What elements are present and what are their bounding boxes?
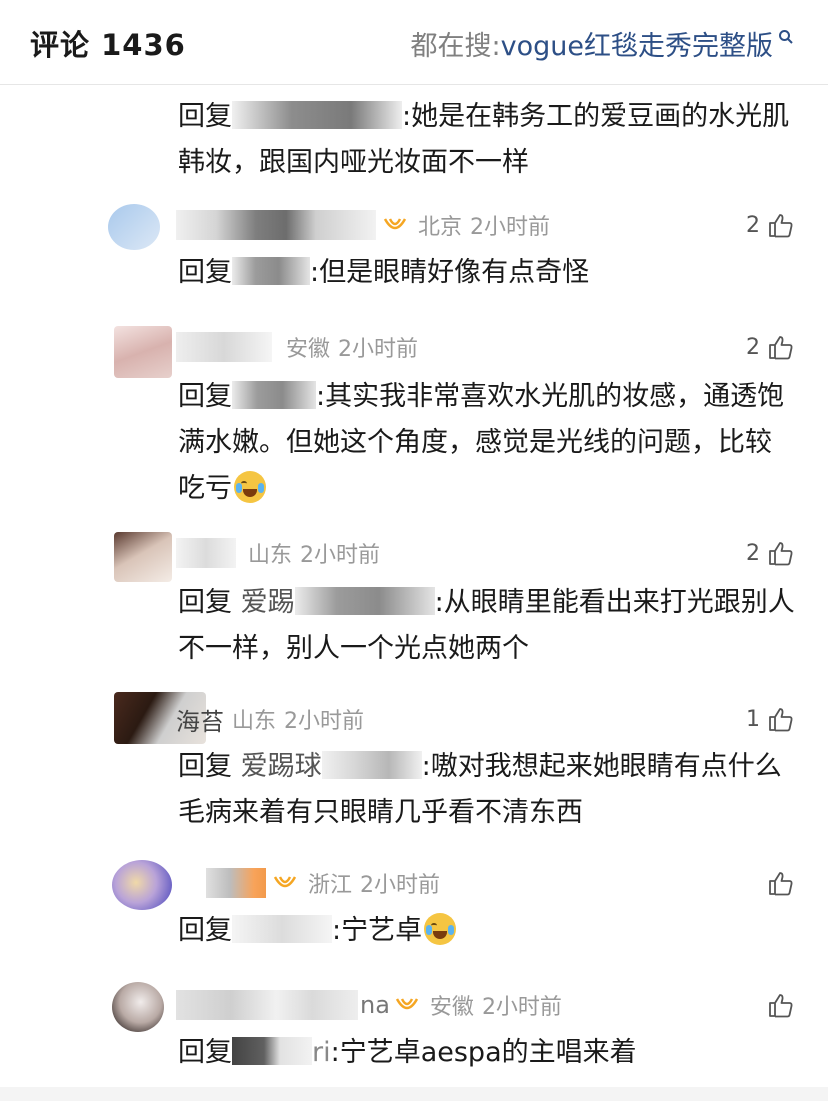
reply-body: :宁艺卓 [332, 915, 423, 946]
reply-username[interactable]: 爱踢 [241, 587, 295, 618]
reply-prefix: 回复 [178, 751, 232, 782]
avatar[interactable] [108, 204, 160, 250]
like-button[interactable] [768, 990, 794, 1020]
vip-badge-icon [383, 218, 407, 230]
search-icon [779, 29, 793, 44]
like-button[interactable]: 2 [746, 210, 794, 240]
reply-username[interactable]: 爱踢球 [241, 751, 322, 782]
timestamp: 2小时前 [284, 709, 365, 734]
thumbs-up-icon [769, 872, 793, 896]
redacted-name[interactable] [176, 990, 358, 1020]
redacted-username [321, 751, 422, 779]
reply-text: 回复:其实我非常喜欢水光肌的妆感，通透饱满水嫩。但她这个角度，感觉是光线的问题，… [178, 374, 798, 512]
reply-text: 回复 爱踢:从眼睛里能看出来打光跟别人不一样，别人一个光点她两个 [178, 580, 798, 672]
location: 山东 [232, 709, 277, 734]
like-count: 2 [746, 212, 760, 238]
location: 北京 [418, 215, 463, 240]
redacted-username [232, 381, 316, 409]
redacted-name[interactable] [176, 538, 236, 568]
vip-badge-icon [273, 876, 297, 888]
timestamp: 2小时前 [481, 995, 562, 1020]
timestamp: 2小时前 [300, 543, 381, 568]
trending-search-link[interactable]: 都在搜: vogue红毯走秀完整版 [411, 24, 794, 63]
search-prefix: 都在搜: [410, 31, 501, 62]
crying-laughing-emoji [234, 471, 266, 503]
crying-laughing-emoji [424, 913, 457, 945]
thumbs-up-icon [769, 214, 793, 238]
thumbs-up-icon [769, 542, 793, 566]
reply-prefix: 回复 [178, 587, 232, 618]
timestamp: 2小时前 [338, 337, 419, 362]
search-term[interactable]: vogue红毯走秀完整版 [501, 24, 773, 63]
avatar[interactable] [112, 982, 164, 1032]
thumbs-up-icon [769, 336, 793, 360]
reply-prefix: 回复 [178, 257, 232, 288]
reply-text: 回复 :但是眼睛好像有点奇怪 [178, 250, 798, 296]
username[interactable]: 海苔 [176, 702, 224, 737]
reply-username[interactable]: ri [312, 1037, 331, 1068]
comment-meta: 海苔 山东 2小时前 [176, 702, 365, 737]
avatar[interactable] [114, 532, 172, 582]
avatar[interactable] [112, 860, 172, 910]
location: 山东 [248, 543, 293, 568]
reply-prefix: 回复 [178, 101, 232, 132]
location: 浙江 [308, 873, 353, 898]
reply-text: 回复 爱踢球:嗷对我想起来她眼睛有点什么毛病来着有只眼睛几乎看不清东西 [178, 744, 798, 836]
reply-text: 回复 :宁艺卓 [178, 908, 798, 954]
like-count: 1 [746, 706, 760, 732]
comments-title: 评论 1436 [30, 28, 186, 62]
location: 安徽 [429, 995, 474, 1020]
thumbs-up-icon [769, 708, 793, 732]
reply-body: :宁艺卓aespa的主唱来着 [330, 1037, 637, 1068]
like-button[interactable] [768, 868, 794, 898]
reply-body: :但是眼睛好像有点奇怪 [310, 257, 590, 288]
redacted-username [232, 915, 332, 943]
like-button[interactable]: 2 [746, 538, 794, 568]
redacted-name[interactable] [206, 868, 266, 898]
reply-text: 回复:她是在韩务工的爱豆画的水光肌韩妆，跟国内哑光妆面不一样 [178, 94, 798, 186]
redacted-username [294, 587, 435, 615]
location: 安徽 [286, 337, 331, 362]
thumbs-up-icon [769, 994, 793, 1018]
comment-meta: na 安徽 2小时前 [176, 990, 562, 1020]
timestamp: 2小时前 [360, 873, 441, 898]
username[interactable]: na [360, 991, 390, 1019]
comments-header: 评论 1436 都在搜: vogue红毯走秀完整版 [0, 0, 828, 85]
vip-badge-icon [395, 998, 419, 1010]
reply-text: 回复 ri:宁艺卓aespa的主唱来着 [178, 1030, 798, 1076]
like-button[interactable]: 2 [746, 332, 794, 362]
comment-meta: 北京 2小时前 [176, 210, 550, 240]
comment-meta: 山东 2小时前 [176, 538, 380, 568]
bottom-divider [0, 1087, 828, 1101]
timestamp: 2小时前 [470, 215, 551, 240]
reply-prefix: 回复 [178, 915, 232, 946]
like-count: 2 [746, 540, 760, 566]
like-button[interactable]: 1 [746, 704, 794, 734]
reply-prefix: 回复 [178, 1037, 232, 1068]
redacted-name[interactable] [176, 332, 272, 362]
avatar[interactable] [114, 326, 172, 378]
redacted-name[interactable] [176, 210, 376, 240]
comment-meta: 安徽 2小时前 [176, 332, 418, 362]
redacted-username [232, 101, 402, 129]
reply-prefix: 回复 [178, 381, 232, 412]
redacted-username [232, 257, 310, 285]
like-count: 2 [746, 334, 760, 360]
comment-meta: 浙江 2小时前 [176, 868, 440, 898]
redacted-username [232, 1037, 312, 1065]
